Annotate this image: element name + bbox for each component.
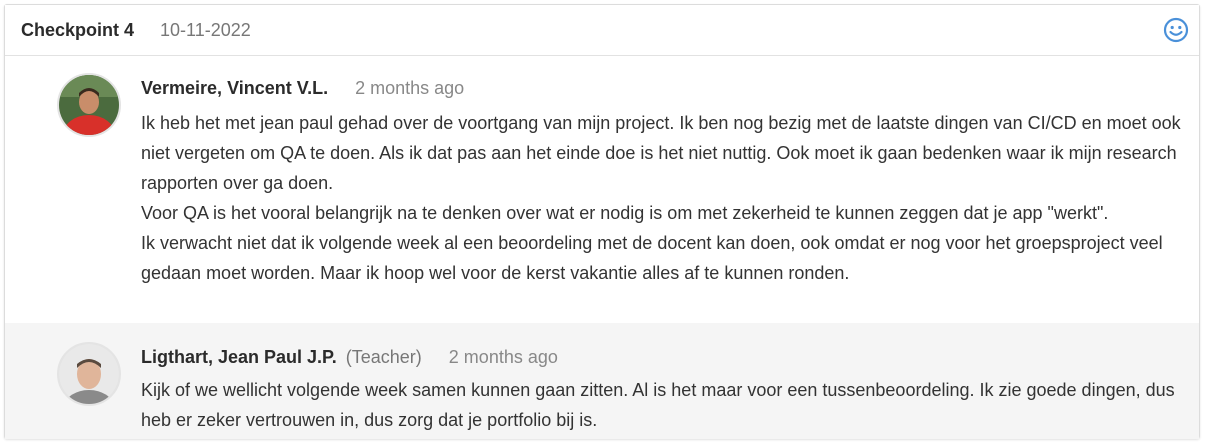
author-name[interactable]: Ligthart, Jean Paul J.P. (141, 347, 337, 367)
avatar[interactable] (57, 342, 121, 406)
checkpoint-date: 10-11-2022 (160, 19, 251, 40)
comment-body: Kijk of we wellicht volgende week samen … (141, 375, 1185, 435)
checkpoint-title: Checkpoint 4 (21, 19, 135, 40)
comment-paragraph: Ik heb het met jean paul gehad over de v… (141, 113, 1181, 193)
comment-meta: Vermeire, Vincent V.L. 2 months ago (141, 78, 464, 99)
comment-student: Vermeire, Vincent V.L. 2 months ago Ik h… (5, 56, 1199, 323)
avatar[interactable] (57, 73, 121, 137)
comment-body: Ik heb het met jean paul gehad over de v… (141, 108, 1185, 288)
comment-paragraph: Ik verwacht niet dat ik volgende week al… (141, 233, 1163, 283)
comment-paragraph: Kijk of we wellicht volgende week samen … (141, 380, 1175, 430)
author-role: (Teacher) (345, 347, 422, 367)
comment-paragraph: Voor QA is het vooral belangrijk na te d… (141, 203, 1109, 223)
author-name[interactable]: Vermeire, Vincent V.L. (141, 78, 328, 98)
avatar-image (59, 75, 119, 135)
comment-teacher: Ligthart, Jean Paul J.P. (Teacher) 2 mon… (5, 323, 1199, 439)
comment-meta: Ligthart, Jean Paul J.P. (Teacher) 2 mon… (141, 347, 558, 368)
checkpoint-header: Checkpoint 4 10-11-2022 (5, 5, 1199, 56)
checkpoint-panel: Checkpoint 4 10-11-2022 Vermeire, Vincen… (4, 4, 1200, 439)
comment-time: 2 months ago (448, 347, 558, 367)
smiley-icon[interactable] (1163, 17, 1189, 43)
avatar-image (59, 344, 119, 404)
comment-time: 2 months ago (355, 78, 465, 98)
